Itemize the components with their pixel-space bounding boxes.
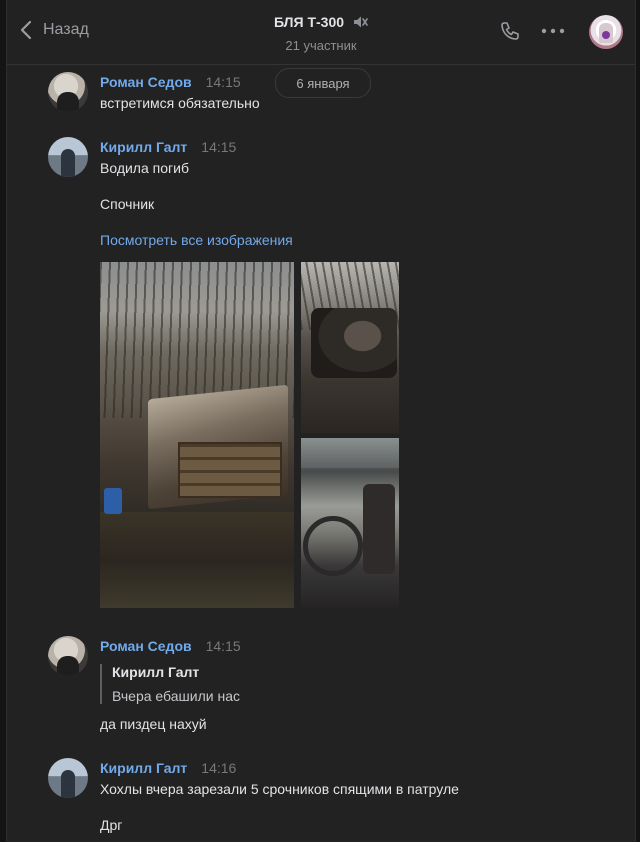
message-author[interactable]: Роман Седов <box>100 638 192 654</box>
mute-icon <box>354 16 368 28</box>
message-author[interactable]: Роман Седов <box>100 74 192 90</box>
reply-quote[interactable]: Кирилл Галт Вчера ебашили нас <box>100 664 240 704</box>
date-divider: 6 января <box>275 68 371 98</box>
chat-avatar[interactable] <box>589 15 623 49</box>
wreck-photo[interactable] <box>301 262 399 433</box>
reply-author: Кирилл Галт <box>112 664 200 680</box>
message-time: 14:15 <box>201 139 237 155</box>
chat-window: Назад БЛЯ Т-300 21 участник 6 января Ром… <box>6 0 636 842</box>
message-text: Спочник <box>100 196 155 212</box>
chat-members-count: 21 участник <box>285 38 357 53</box>
call-icon[interactable] <box>499 20 521 42</box>
message-time: 14:15 <box>205 638 241 654</box>
cabin-photo[interactable] <box>301 438 399 608</box>
avatar[interactable] <box>48 636 88 676</box>
avatar[interactable] <box>48 137 88 177</box>
reply-text: Вчера ебашили нас <box>112 688 240 704</box>
chat-header: Назад БЛЯ Т-300 21 участник <box>7 0 635 65</box>
message-text: Хохлы вчера зарезали 5 срочников спящими… <box>100 781 459 797</box>
chat-title: БЛЯ Т-300 <box>273 14 345 30</box>
message-author[interactable]: Кирилл Галт <box>100 139 187 155</box>
view-all-images-link[interactable]: Посмотреть все изображения <box>100 232 293 248</box>
message-text: Дрг <box>100 817 123 833</box>
message-text: Водила погиб <box>100 160 189 176</box>
message-text: встретимся обязательно <box>100 95 260 111</box>
message-time: 14:16 <box>201 760 237 776</box>
avatar[interactable] <box>48 72 88 112</box>
message-time: 14:15 <box>205 74 241 90</box>
burned-truck-photo[interactable] <box>100 262 294 608</box>
more-icon[interactable] <box>541 28 565 34</box>
avatar[interactable] <box>48 758 88 798</box>
message-author[interactable]: Кирилл Галт <box>100 760 187 776</box>
message-text: да пиздец нахуй <box>100 716 207 732</box>
